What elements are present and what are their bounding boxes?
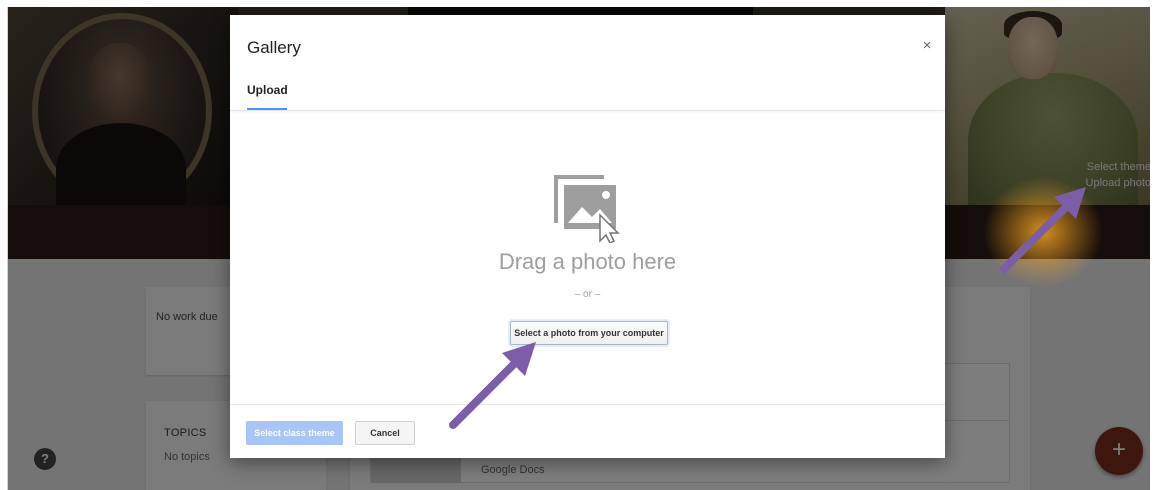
select-photo-button[interactable]: Select a photo from your computer — [510, 321, 668, 345]
image-upload-icon — [554, 175, 620, 243]
photo-drop-zone[interactable]: Drag a photo here – or – Select a photo … — [230, 111, 945, 404]
or-separator: – or – — [574, 289, 601, 300]
select-class-theme-button[interactable]: Select class theme — [246, 421, 343, 445]
gallery-dialog: Gallery × Upload Drag a photo here – or … — [230, 15, 945, 458]
tab-upload[interactable]: Upload — [247, 83, 288, 97]
dialog-title: Gallery — [247, 38, 301, 57]
footer-divider — [230, 404, 945, 405]
close-icon[interactable]: × — [919, 37, 935, 54]
cancel-button[interactable]: Cancel — [355, 421, 415, 445]
drop-title: Drag a photo here — [498, 249, 677, 274]
classroom-page: Select theme Upload photo No work due TO… — [7, 7, 1150, 490]
